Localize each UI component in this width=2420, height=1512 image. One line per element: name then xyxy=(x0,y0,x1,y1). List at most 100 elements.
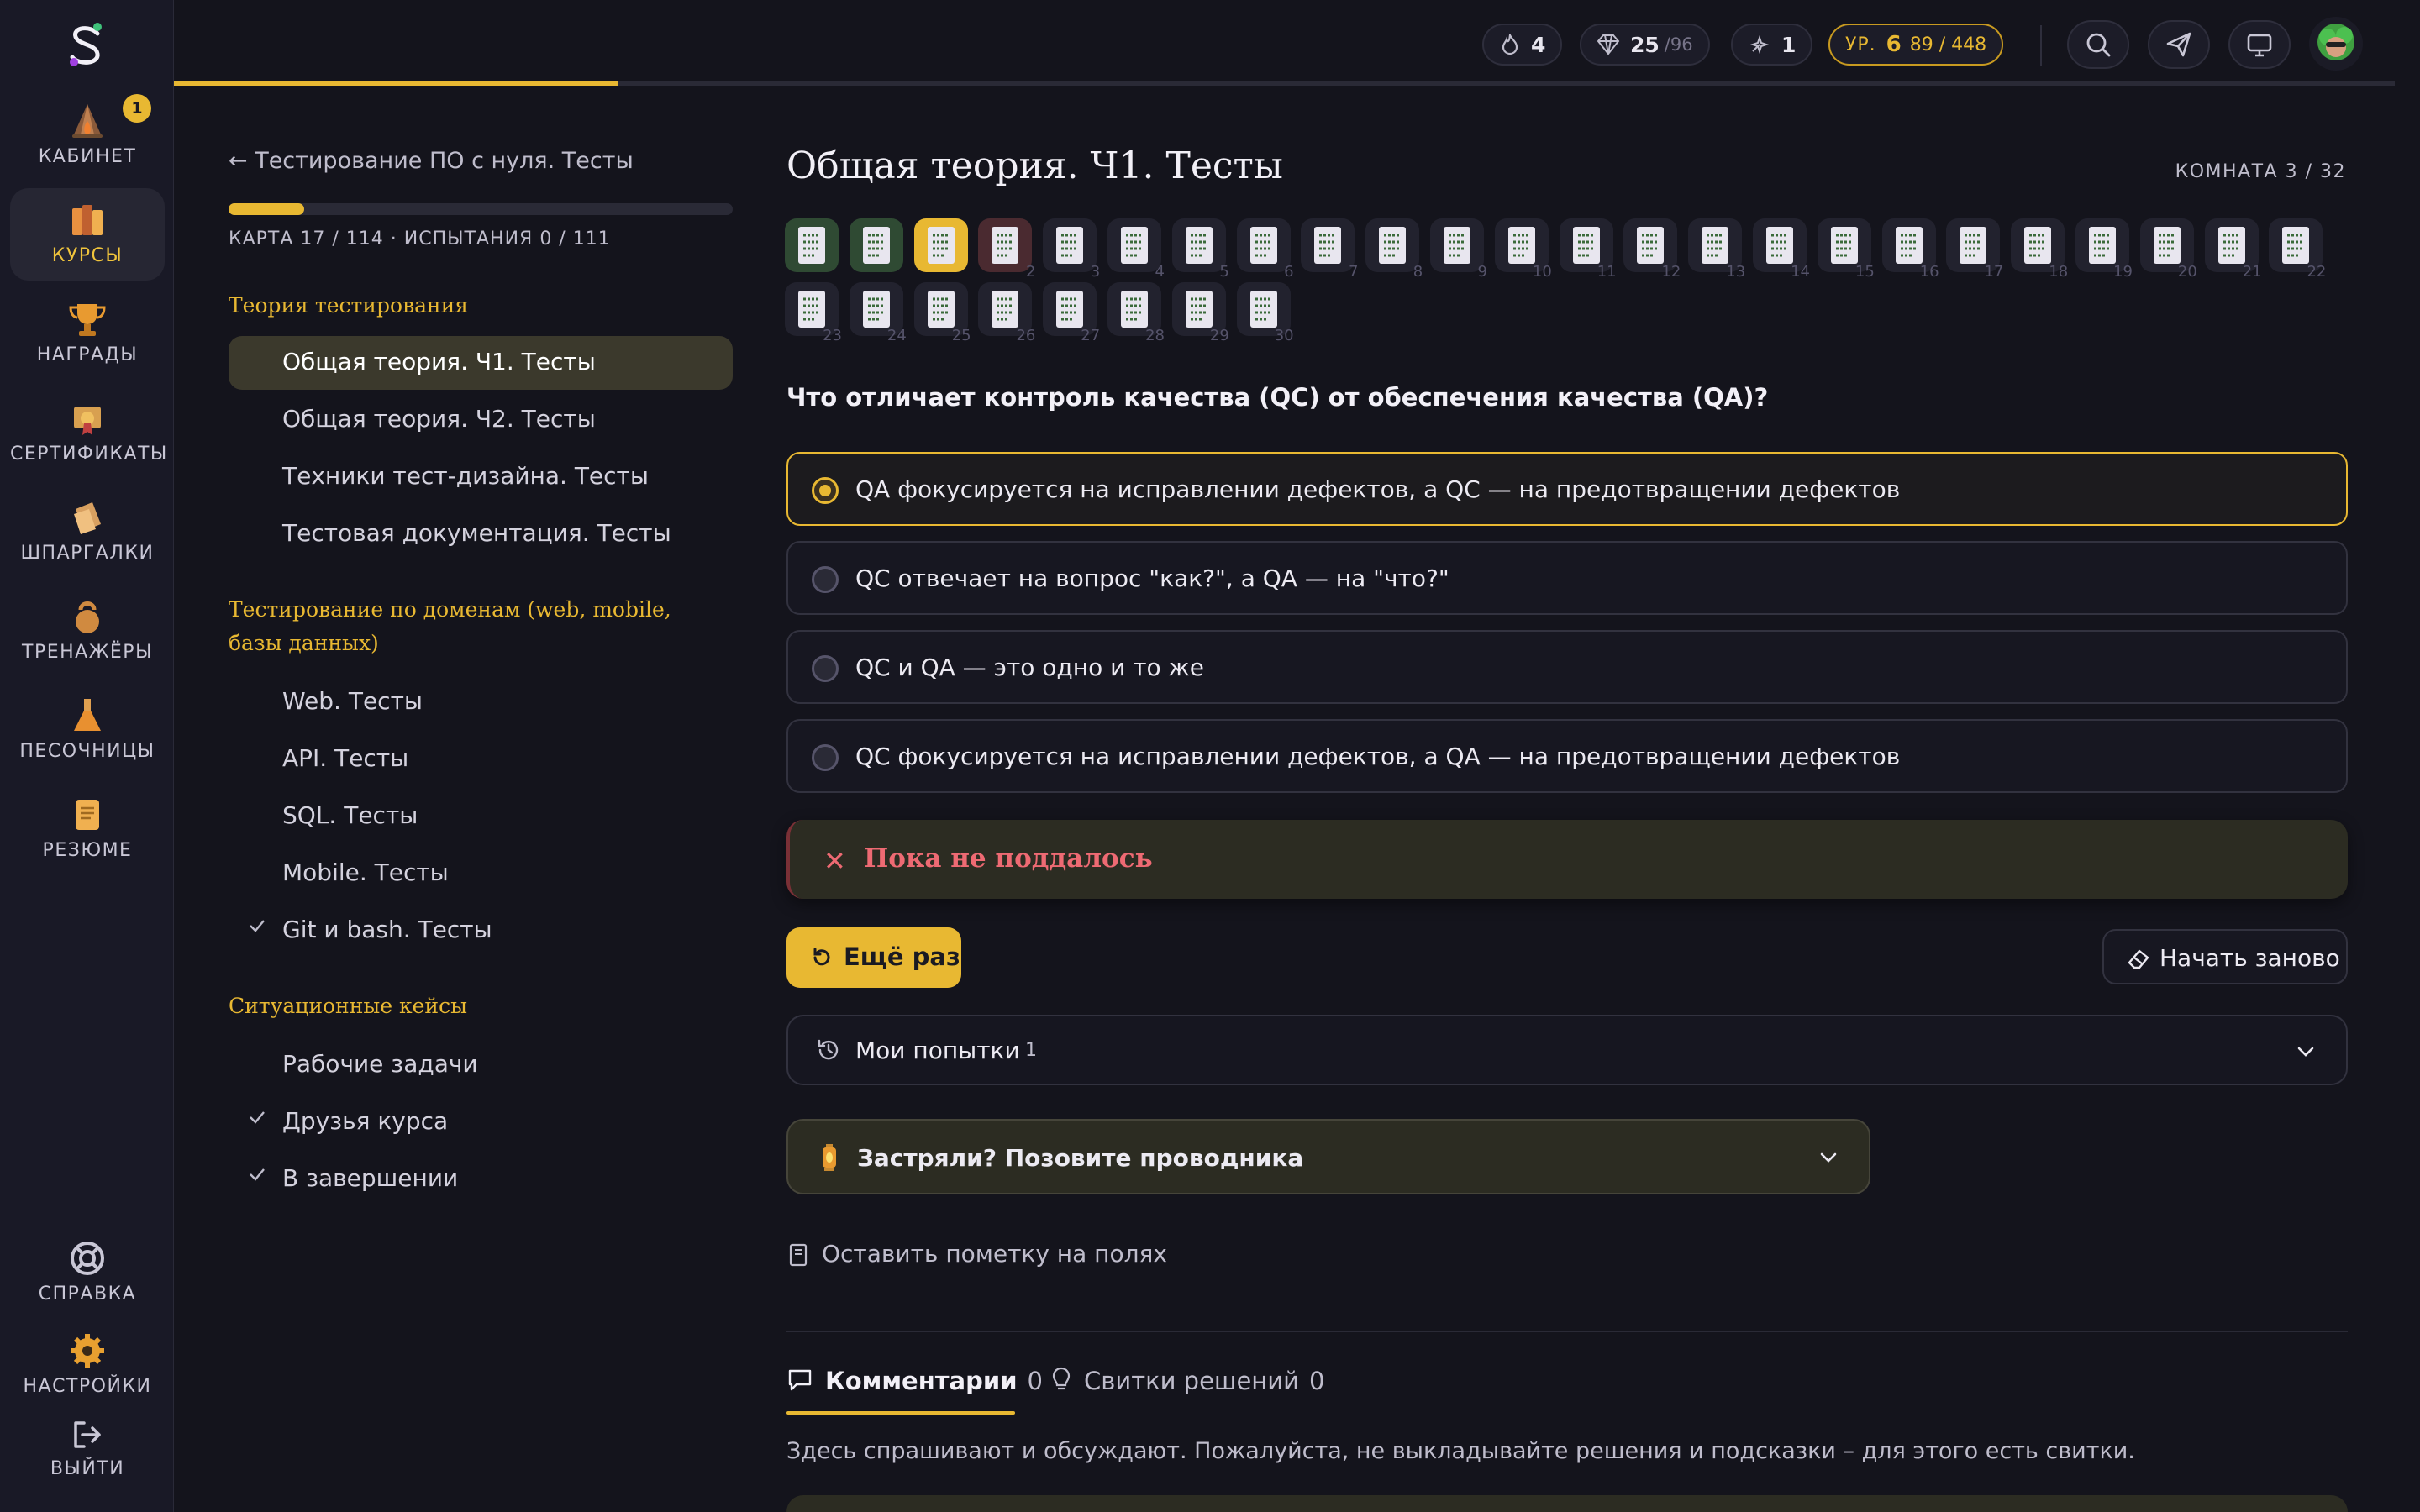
app-logo[interactable] xyxy=(66,22,108,67)
tab-comments[interactable]: Комментарии 0 xyxy=(786,1366,1043,1415)
answer-option[interactable]: QC фокусируется на исправлении дефектов,… xyxy=(786,719,2348,793)
nav-cheatsheets[interactable]: ШПАРГАЛКИ xyxy=(10,486,165,578)
boost-counter[interactable]: 1 xyxy=(1731,24,1813,66)
back-to-course-link[interactable]: ← Тестирование ПО с нуля. Тесты xyxy=(229,148,634,174)
search-button[interactable] xyxy=(2067,20,2129,69)
room-tile[interactable] xyxy=(785,218,839,272)
nav-awards[interactable]: НАГРАДЫ xyxy=(10,287,165,380)
room-tile[interactable]: 28 xyxy=(1107,282,1165,344)
answer-option[interactable]: QA фокусируется на исправлении дефектов,… xyxy=(786,452,2348,526)
level-badge[interactable]: УР. 6 89 / 448 xyxy=(1828,24,2004,66)
radio-button[interactable] xyxy=(812,566,839,593)
lesson-item[interactable]: Mobile. Тесты xyxy=(229,847,733,900)
nav-trainers-label: ТРЕНАЖЁРЫ xyxy=(22,642,153,663)
room-tile[interactable]: 26 xyxy=(978,282,1035,344)
answer-option-text: QC и QA — это одно и то же xyxy=(855,654,1205,681)
comment-input[interactable] xyxy=(786,1495,2348,1512)
lesson-item[interactable]: Техники тест-дизайна. Тесты xyxy=(229,450,733,504)
room-tile[interactable]: 13 xyxy=(1688,218,1745,281)
lesson-item-label: Web. Тесты xyxy=(282,687,423,715)
room-tile-number: 13 xyxy=(1726,263,1746,281)
room-tile-icon xyxy=(798,227,825,264)
room-tile[interactable]: 22 xyxy=(2269,218,2326,281)
tab-solutions[interactable]: Свитки решений 0 xyxy=(1050,1366,1324,1415)
room-tile-number: 29 xyxy=(1209,327,1229,344)
room-tile[interactable]: 16 xyxy=(1881,218,1939,281)
nav-settings[interactable]: НАСТРОЙКИ xyxy=(10,1319,165,1411)
answer-option[interactable]: QC и QA — это одно и то же xyxy=(786,630,2348,704)
lesson-item[interactable]: Git и bash. Тесты xyxy=(229,904,733,958)
restart-button[interactable]: Начать заново xyxy=(2102,929,2348,984)
scroll-icon xyxy=(76,800,99,830)
lesson-item[interactable]: Тестовая документация. Тесты xyxy=(229,507,733,561)
gems-counter[interactable]: 25 /96 xyxy=(1580,24,1710,66)
diamond-icon xyxy=(1597,34,1620,55)
lesson-item[interactable]: Общая теория. Ч2. Тесты xyxy=(229,393,733,447)
room-tile[interactable]: 7 xyxy=(1301,218,1358,281)
room-tile[interactable]: 6 xyxy=(1236,218,1294,281)
room-tile-number: 19 xyxy=(2113,263,2133,281)
nav-logout[interactable]: ВЫЙТИ xyxy=(10,1411,165,1495)
room-tile[interactable]: 15 xyxy=(1817,218,1875,281)
room-tile-number: 24 xyxy=(886,327,907,344)
room-tile[interactable] xyxy=(849,218,903,272)
lesson-item-label: API. Тесты xyxy=(282,744,409,772)
nav-sandboxes[interactable]: ПЕСОЧНИЦЫ xyxy=(10,684,165,776)
room-tile[interactable]: 9 xyxy=(1430,218,1487,281)
add-note-link[interactable]: Оставить пометку на полях xyxy=(786,1240,1167,1268)
lesson-item[interactable]: Друзья курса xyxy=(229,1095,733,1149)
room-tile[interactable]: 17 xyxy=(1946,218,2003,281)
retry-button[interactable]: Ещё раз xyxy=(786,927,961,988)
nav-resume[interactable]: РЕЗЮМЕ xyxy=(10,783,165,875)
room-tile[interactable]: 30 xyxy=(1236,282,1294,344)
comment-icon xyxy=(788,1369,812,1391)
radio-button[interactable] xyxy=(812,744,839,771)
room-tile[interactable] xyxy=(913,218,968,272)
room-tile[interactable]: 21 xyxy=(2204,218,2262,281)
guide-accordion[interactable]: Застряли? Позовите проводника xyxy=(786,1119,1870,1194)
note-icon xyxy=(789,1243,808,1267)
streak-counter[interactable]: 4 xyxy=(1482,24,1563,66)
lesson-item[interactable]: API. Тесты xyxy=(229,732,733,786)
attempts-accordion[interactable]: Мои попытки 1 xyxy=(786,1015,2348,1085)
room-tile[interactable]: 5 xyxy=(1171,218,1229,281)
room-tile[interactable]: 12 xyxy=(1623,218,1681,281)
room-tile[interactable]: 18 xyxy=(2011,218,2068,281)
lesson-item-label: В завершении xyxy=(282,1164,459,1192)
lesson-item[interactable]: В завершении xyxy=(229,1152,733,1206)
room-tile[interactable]: 10 xyxy=(1494,218,1552,281)
room-tile-icon xyxy=(1444,227,1470,264)
lesson-item[interactable]: Web. Тесты xyxy=(229,675,733,729)
answer-option[interactable]: QC отвечает на вопрос "как?", а QA — на … xyxy=(786,541,2348,615)
radio-button[interactable] xyxy=(812,477,839,504)
room-tile[interactable]: 3 xyxy=(1043,218,1100,281)
room-tile[interactable]: 11 xyxy=(1559,218,1617,281)
lesson-item[interactable]: Рабочие задачи xyxy=(229,1038,733,1092)
nav-trainers[interactable]: ТРЕНАЖЁРЫ xyxy=(10,585,165,677)
room-tile-number: 2 xyxy=(1025,263,1036,281)
nav-courses[interactable]: КУРСЫ xyxy=(10,188,165,281)
lesson-item[interactable]: Общая теория. Ч1. Тесты xyxy=(229,336,733,390)
nav-help[interactable]: СПРАВКА xyxy=(10,1226,165,1319)
room-tile[interactable]: 27 xyxy=(1043,282,1100,344)
room-tile[interactable]: 25 xyxy=(913,282,971,344)
eraser-icon xyxy=(2128,949,2149,969)
room-tile[interactable]: 24 xyxy=(849,282,907,344)
nav-certificates[interactable]: СЕРТИФИКАТЫ xyxy=(10,386,166,479)
room-tile[interactable]: 29 xyxy=(1171,282,1229,344)
room-tile[interactable]: 2 xyxy=(978,218,1035,281)
room-tile[interactable]: 14 xyxy=(1753,218,1810,281)
room-tile[interactable]: 4 xyxy=(1107,218,1165,281)
room-tile[interactable]: 23 xyxy=(785,282,842,344)
user-avatar[interactable] xyxy=(2309,17,2363,71)
room-tile[interactable]: 19 xyxy=(2075,218,2133,281)
display-mode-button[interactable] xyxy=(2228,20,2291,69)
lesson-title: Общая теория. Ч1. Тесты xyxy=(786,144,1283,187)
radio-button[interactable] xyxy=(812,655,839,682)
books-icon xyxy=(72,205,103,235)
check-icon xyxy=(250,1168,265,1181)
lesson-item[interactable]: SQL. Тесты xyxy=(229,790,733,843)
room-tile[interactable]: 8 xyxy=(1365,218,1423,281)
telegram-button[interactable] xyxy=(2148,20,2210,69)
room-tile[interactable]: 20 xyxy=(2139,218,2197,281)
